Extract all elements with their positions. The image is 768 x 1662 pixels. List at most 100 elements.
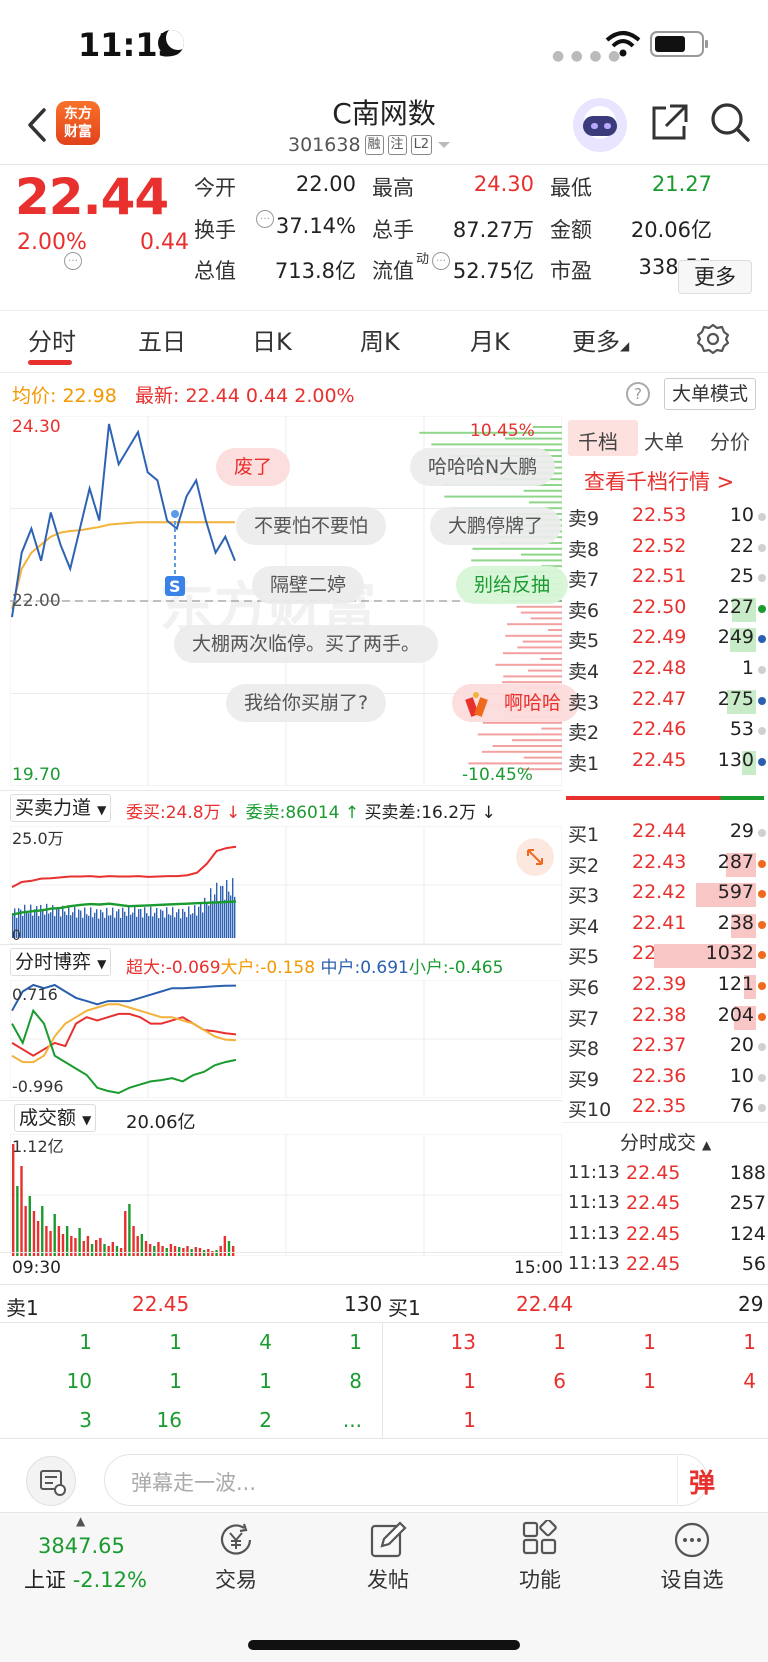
level-dot <box>758 890 766 899</box>
index-value[interactable]: 3847.65 <box>38 1534 125 1558</box>
game-chart[interactable]: 0.716 -0.996 <box>10 980 562 1098</box>
expand-chart-button[interactable] <box>516 838 554 876</box>
post-icon[interactable] <box>368 1520 408 1560</box>
more-button[interactable]: 更多 <box>678 260 752 294</box>
ask-row[interactable]: 卖6 22.50 227 <box>568 592 768 624</box>
force-bar <box>184 911 186 938</box>
buy-queue-cell: 13 <box>450 1330 476 1354</box>
volume-bar <box>107 1246 110 1256</box>
tab-thousand-levels[interactable]: 千档 <box>578 426 618 455</box>
force-bar <box>156 907 158 938</box>
search-icon[interactable] <box>708 100 752 144</box>
add-watchlist-icon[interactable] <box>672 1520 712 1560</box>
force-bar <box>196 915 198 938</box>
tab-five-day[interactable]: 五日 <box>138 322 186 357</box>
danmu-bubble[interactable]: 我给你买崩了? <box>226 684 387 722</box>
level-label: 买2 <box>568 854 600 877</box>
danmu-bubble[interactable]: 大鹏停牌了 <box>430 507 562 545</box>
info-icon[interactable]: … <box>64 252 82 270</box>
tab-daily-k[interactable]: 日K <box>252 322 292 357</box>
level-volume: 10 <box>729 504 754 526</box>
force-bar <box>168 914 170 938</box>
index-ticker[interactable]: 上证 -2.12% <box>24 1564 147 1594</box>
ai-assistant-icon[interactable] <box>573 98 627 152</box>
tab-monthly-k[interactable]: 月K <box>470 322 510 357</box>
tab-intraday[interactable]: 分时 <box>28 322 76 357</box>
tab-weekly-k[interactable]: 周K <box>360 322 400 357</box>
tab-more[interactable]: 更多◢ <box>572 322 629 357</box>
danmu-input[interactable]: 弹幕走一波... 弹 <box>104 1454 715 1506</box>
force-bar <box>94 912 96 938</box>
trade-icon[interactable] <box>216 1520 256 1560</box>
big-order-mode-button[interactable]: 大单模式 <box>664 378 756 410</box>
danmu-bubble[interactable]: 废了 <box>216 448 291 486</box>
stock-code-line[interactable]: 301638 融 注 L2 <box>288 134 452 156</box>
danmu-bubble[interactable]: 隔壁二婷 <box>252 566 365 604</box>
nav-functions[interactable]: 功能 <box>490 1564 590 1594</box>
sell-queue-cell: 1 <box>169 1369 182 1393</box>
ask-row[interactable]: 卖9 22.53 10 <box>568 500 768 532</box>
danmu-bubble[interactable]: 哈哈哈N大鹏 <box>410 448 556 486</box>
volume-panel-select[interactable]: 成交额 ▼ <box>14 1104 97 1132</box>
ask-row[interactable]: 卖3 22.47 275 <box>568 684 768 716</box>
nav-trade[interactable]: 交易 <box>186 1564 286 1594</box>
danmu-bubble-text: 啊哈哈 <box>504 692 562 714</box>
bid-row[interactable]: 买10 22.35 76 <box>568 1091 768 1123</box>
level-dot <box>758 696 766 705</box>
bid-row[interactable]: 买6 22.39 121 <box>568 969 768 1001</box>
tab-big-orders[interactable]: 大单 <box>644 426 684 455</box>
nav-add-watchlist[interactable]: 设自选 <box>642 1564 742 1594</box>
depth-bar <box>477 733 562 736</box>
force-bar <box>26 912 28 938</box>
share-icon[interactable] <box>648 102 690 144</box>
force-bar <box>30 904 32 938</box>
volume-chart[interactable]: 1.12亿 <box>10 1134 562 1256</box>
danmu-settings-button[interactable] <box>26 1456 76 1506</box>
force-bar <box>96 909 98 938</box>
info-icon[interactable]: … <box>256 210 274 228</box>
volume-bar <box>231 1246 235 1256</box>
view-thousand-levels-link[interactable]: 查看千档行情 > <box>584 466 734 496</box>
force-chart[interactable]: 25.0万 0 <box>10 826 562 944</box>
volume-bar <box>169 1244 173 1256</box>
help-icon[interactable]: ? <box>626 382 650 406</box>
ask-row[interactable]: 卖1 22.45 130 <box>568 745 768 777</box>
level-price: 22.52 <box>632 534 687 557</box>
danmu-bubble[interactable]: 大棚两次临停。买了两手。 <box>174 625 439 663</box>
ask-row[interactable]: 卖7 22.51 25 <box>568 561 768 593</box>
force-bar <box>74 907 76 938</box>
force-bar <box>154 912 156 938</box>
ask-row[interactable]: 卖2 22.46 53 <box>568 714 768 746</box>
bid-row[interactable]: 买9 22.36 10 <box>568 1061 768 1093</box>
bid-row[interactable]: 买4 22.41 238 <box>568 908 768 940</box>
bid-row[interactable]: 买1 22.44 29 <box>568 816 768 848</box>
ask-row[interactable]: 卖5 22.49 249 <box>568 622 768 654</box>
volume-bar <box>86 1236 90 1256</box>
functions-icon[interactable] <box>520 1520 560 1560</box>
force-bar <box>142 917 144 938</box>
force-bar <box>66 914 68 938</box>
moon-icon <box>158 30 184 56</box>
danmu-bubble[interactable]: 啊哈哈 <box>452 684 580 722</box>
force-bar <box>102 912 104 938</box>
info-icon[interactable]: … <box>432 252 450 270</box>
force-bar <box>32 915 34 938</box>
bid-row[interactable]: 买3 22.42 597 <box>568 877 768 909</box>
ticks-title[interactable]: 分时成交 ▲ <box>620 1128 711 1155</box>
danmu-bubble[interactable]: 不要怕不要怕 <box>236 507 387 545</box>
bid-row[interactable]: 买7 22.38 204 <box>568 1000 768 1032</box>
danmu-bubble[interactable]: 别给反抽 <box>456 566 569 604</box>
bid-row[interactable]: 买8 22.37 20 <box>568 1030 768 1062</box>
settings-icon[interactable] <box>696 322 730 356</box>
game-panel-select[interactable]: 分时博弈 ▼ <box>10 948 112 976</box>
ask-row[interactable]: 卖4 22.48 1 <box>568 653 768 685</box>
tab-price-distribution[interactable]: 分价 <box>710 426 750 455</box>
force-panel-select[interactable]: 买卖力道 ▼ <box>10 794 112 822</box>
force-bar <box>104 917 106 938</box>
nav-post[interactable]: 发帖 <box>338 1564 438 1594</box>
ask-row[interactable]: 卖8 22.52 22 <box>568 531 768 563</box>
bid-row[interactable]: 买522.401032 <box>568 938 768 970</box>
danmu-send-button[interactable]: 弹 <box>689 1463 715 1500</box>
time-end: 15:00 <box>514 1258 563 1278</box>
bid-row[interactable]: 买2 22.43 287 <box>568 847 768 879</box>
